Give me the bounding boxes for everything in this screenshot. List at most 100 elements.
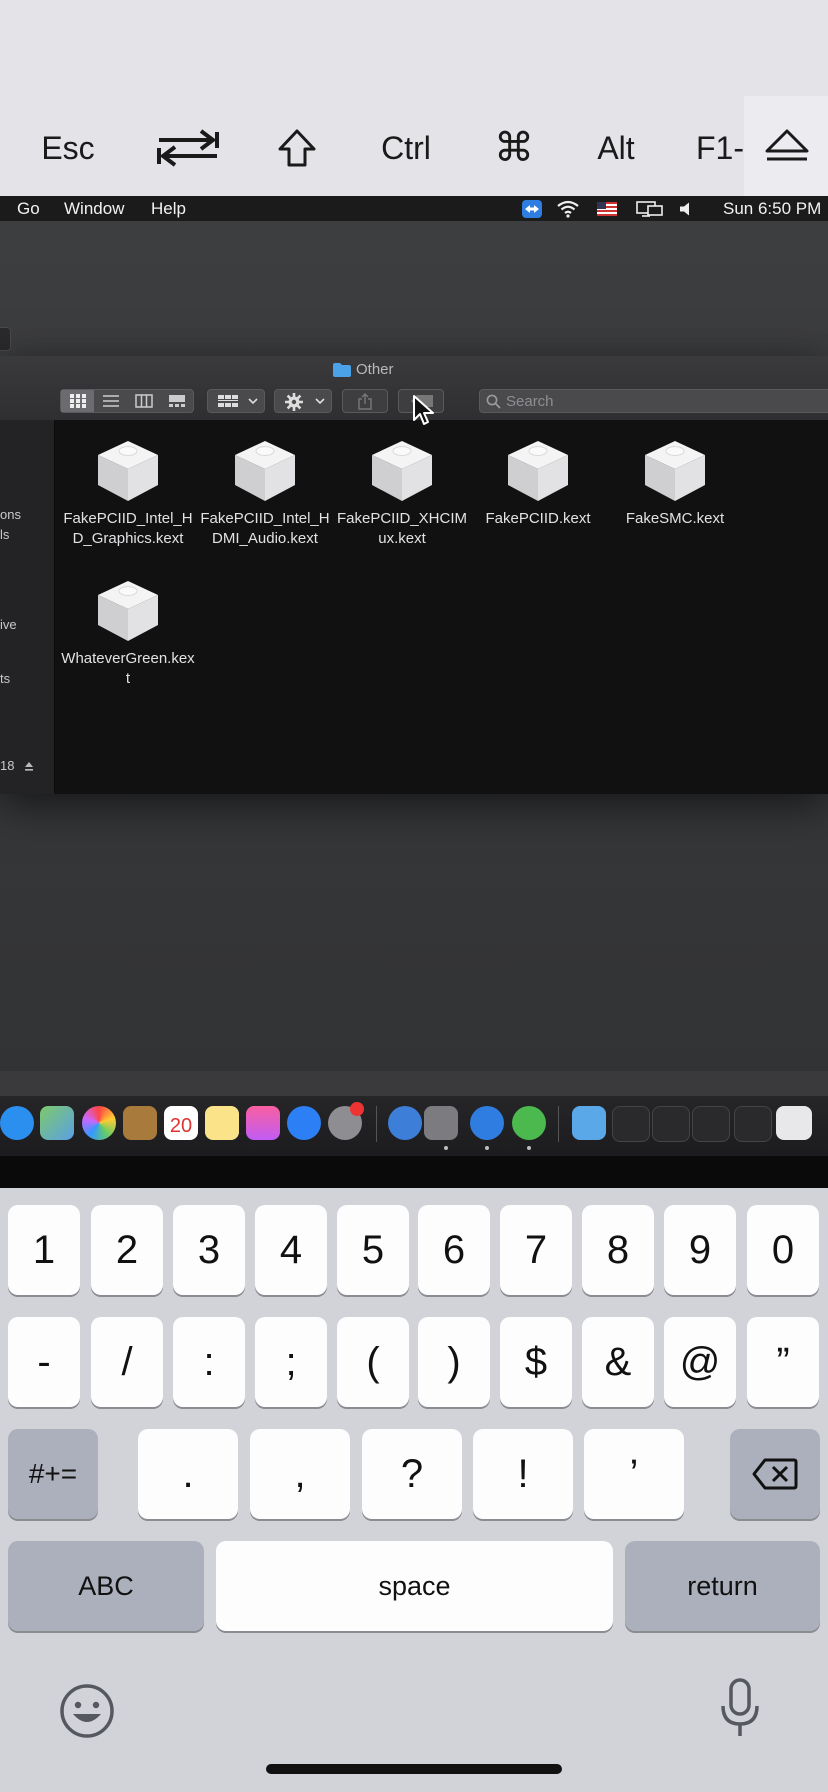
search-field[interactable] bbox=[479, 389, 828, 413]
menu-clock[interactable]: Sun 6:50 PM bbox=[723, 198, 821, 220]
key-exclamation[interactable]: ! bbox=[473, 1429, 573, 1519]
key-7[interactable]: 7 bbox=[500, 1205, 572, 1295]
disk-utility-icon[interactable] bbox=[424, 1106, 458, 1140]
wifi-icon[interactable] bbox=[556, 200, 580, 218]
key-4[interactable]: 4 bbox=[255, 1205, 327, 1295]
key-6[interactable]: 6 bbox=[418, 1205, 490, 1295]
background-window-edge[interactable] bbox=[0, 327, 11, 351]
space-key[interactable]: space bbox=[216, 1541, 613, 1631]
key-8[interactable]: 8 bbox=[582, 1205, 654, 1295]
file-item[interactable]: FakePCIID.kext bbox=[470, 433, 606, 529]
file-item[interactable]: FakePCIID_XHCIMux.kext bbox=[334, 433, 470, 549]
ctrl-key[interactable]: Ctrl bbox=[372, 128, 440, 168]
search-input[interactable] bbox=[506, 390, 806, 412]
share-button[interactable] bbox=[342, 389, 388, 413]
sidebar-item-fragment[interactable]: ive bbox=[0, 617, 17, 632]
messages-icon[interactable] bbox=[0, 1106, 34, 1140]
menu-window[interactable]: Window bbox=[64, 198, 124, 220]
file-item[interactable]: WhateverGreen.kext bbox=[60, 573, 196, 689]
remote-mac-screen[interactable]: Go Window Help Sun 6:50 PM Other Search … bbox=[0, 196, 828, 1188]
gallery-icon bbox=[168, 395, 185, 407]
teamviewer-icon[interactable] bbox=[470, 1106, 504, 1140]
column-view-button[interactable] bbox=[127, 390, 160, 412]
key-hyphen[interactable]: - bbox=[8, 1317, 80, 1407]
file-name: FakeSMC.kext bbox=[625, 510, 725, 527]
notes-icon[interactable] bbox=[205, 1106, 239, 1140]
key-colon[interactable]: : bbox=[173, 1317, 245, 1407]
key-2[interactable]: 2 bbox=[91, 1205, 163, 1295]
photos-icon[interactable] bbox=[82, 1106, 116, 1140]
emoji-icon[interactable] bbox=[58, 1682, 116, 1740]
sidebar-item-fragment[interactable]: ts bbox=[0, 671, 10, 686]
minimized-window-icon[interactable] bbox=[776, 1106, 812, 1140]
gallery-view-button[interactable] bbox=[160, 390, 193, 412]
key-comma[interactable]: , bbox=[250, 1429, 350, 1519]
command-key[interactable]: ⌘ bbox=[486, 128, 542, 168]
group-by-button[interactable] bbox=[207, 389, 265, 413]
file-item[interactable]: FakePCIID_Intel_HD_Graphics.kext bbox=[60, 433, 196, 549]
key-0[interactable]: 0 bbox=[747, 1205, 819, 1295]
shift-key[interactable] bbox=[272, 128, 322, 168]
app-store-icon[interactable] bbox=[287, 1106, 321, 1140]
key-dollar[interactable]: $ bbox=[500, 1317, 572, 1407]
key-at[interactable]: @ bbox=[664, 1317, 736, 1407]
key-close-paren[interactable]: ) bbox=[418, 1317, 490, 1407]
action-button[interactable] bbox=[274, 389, 332, 413]
symbols-toggle-key[interactable]: #+= bbox=[8, 1429, 98, 1519]
minimized-window-icon[interactable] bbox=[652, 1106, 690, 1142]
list-view-button[interactable] bbox=[94, 390, 127, 412]
sidebar-item-fragment[interactable]: ls bbox=[0, 527, 9, 542]
delete-key[interactable] bbox=[730, 1429, 820, 1519]
menu-help[interactable]: Help bbox=[151, 198, 186, 220]
file-item[interactable]: FakeSMC.kext bbox=[607, 433, 743, 529]
music-icon[interactable] bbox=[246, 1106, 280, 1140]
key-1[interactable]: 1 bbox=[8, 1205, 80, 1295]
key-quote[interactable]: ” bbox=[747, 1317, 819, 1407]
key-open-paren[interactable]: ( bbox=[337, 1317, 409, 1407]
eject-icon[interactable] bbox=[24, 761, 34, 771]
wifi-utility-icon[interactable] bbox=[388, 1106, 422, 1140]
minimized-window-icon[interactable] bbox=[734, 1106, 772, 1142]
calendar-icon[interactable]: 20 bbox=[164, 1106, 198, 1140]
file-item[interactable]: FakePCIID_Intel_HDMI_Audio.kext bbox=[197, 433, 333, 549]
maps-icon[interactable] bbox=[40, 1106, 74, 1140]
display-icon[interactable] bbox=[636, 200, 664, 218]
group-grid-icon bbox=[218, 395, 238, 407]
tab-arrows-icon bbox=[157, 129, 219, 167]
key-apostrophe[interactable]: ’ bbox=[584, 1429, 684, 1519]
minimized-window-icon[interactable] bbox=[612, 1106, 650, 1142]
sidebar-item-volume[interactable]: 18 bbox=[0, 758, 34, 773]
minimized-window-icon[interactable] bbox=[692, 1106, 730, 1142]
list-icon bbox=[102, 395, 119, 407]
icon-view-button[interactable] bbox=[61, 390, 94, 412]
tab-key[interactable] bbox=[150, 128, 226, 168]
alt-key[interactable]: Alt bbox=[590, 128, 642, 168]
desktop[interactable]: Other Search ons ls ive ts 18 FakePCIID_… bbox=[0, 221, 828, 1071]
clover-icon[interactable] bbox=[512, 1106, 546, 1140]
menu-go[interactable]: Go bbox=[17, 198, 40, 220]
key-semicolon[interactable]: ; bbox=[255, 1317, 327, 1407]
home-indicator[interactable] bbox=[266, 1764, 562, 1774]
key-period[interactable]: . bbox=[138, 1429, 238, 1519]
file-name: WhateverGreen.kext bbox=[61, 650, 195, 687]
window-title-text: Other bbox=[356, 361, 394, 378]
folder-stack-icon[interactable] bbox=[572, 1106, 606, 1140]
finder-file-area[interactable]: FakePCIID_Intel_HD_Graphics.kext FakePCI… bbox=[55, 420, 828, 794]
contacts-icon[interactable] bbox=[123, 1106, 157, 1140]
teamviewer-icon[interactable] bbox=[522, 200, 542, 218]
sidebar-item-fragment[interactable]: ons bbox=[0, 507, 21, 522]
key-3[interactable]: 3 bbox=[173, 1205, 245, 1295]
us-flag-icon[interactable] bbox=[597, 202, 617, 216]
microphone-icon[interactable] bbox=[718, 1678, 762, 1740]
key-9[interactable]: 9 bbox=[664, 1205, 736, 1295]
key-ampersand[interactable]: & bbox=[582, 1317, 654, 1407]
esc-key[interactable]: Esc bbox=[30, 128, 106, 168]
eject-key[interactable] bbox=[744, 96, 828, 196]
return-key[interactable]: return bbox=[625, 1541, 820, 1631]
key-5[interactable]: 5 bbox=[337, 1205, 409, 1295]
key-question[interactable]: ? bbox=[362, 1429, 462, 1519]
volume-icon[interactable] bbox=[678, 201, 694, 217]
abc-key[interactable]: ABC bbox=[8, 1541, 204, 1631]
key-slash[interactable]: / bbox=[91, 1317, 163, 1407]
function-keys[interactable]: F1- bbox=[696, 128, 744, 168]
